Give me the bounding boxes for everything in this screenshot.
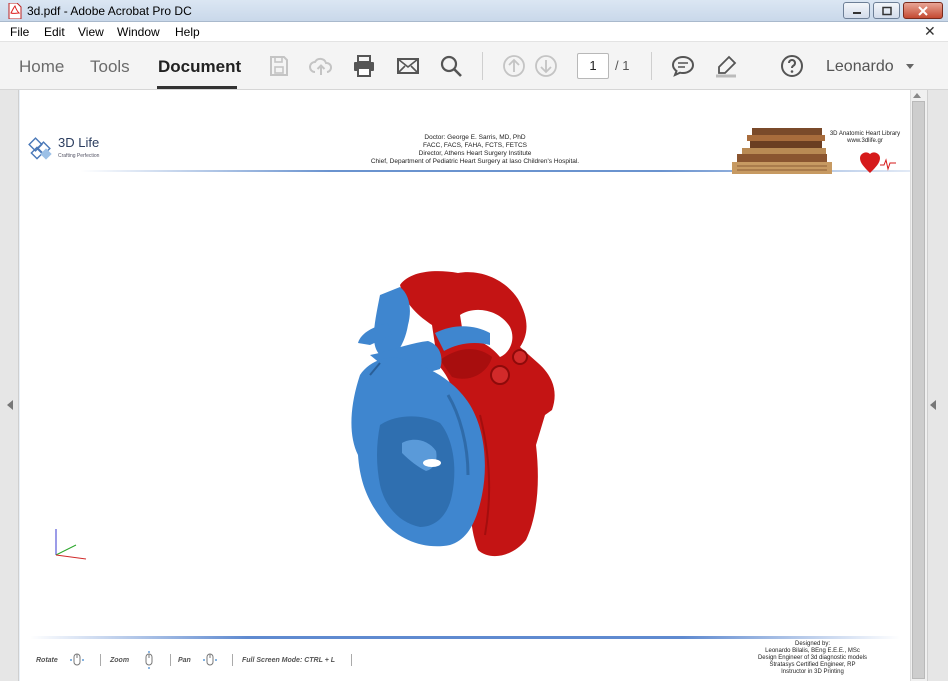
next-page-icon[interactable]	[534, 54, 558, 78]
control-separator	[232, 654, 233, 666]
heart-logo-icon	[860, 152, 896, 173]
email-icon[interactable]	[396, 54, 420, 78]
left-panel-rail[interactable]	[0, 90, 19, 681]
logo-tagline: Crafting Perfection	[58, 153, 100, 159]
close-document-icon[interactable]: ✕	[924, 23, 936, 40]
menu-edit[interactable]: Edit	[44, 25, 65, 39]
scroll-up-arrow-icon[interactable]	[913, 93, 921, 98]
fullscreen-hint: Full Screen Mode: CTRL + L	[242, 657, 336, 664]
header-line: Doctor: George E. Sarris, MD, PhD	[424, 134, 526, 141]
menu-bar: File Edit View Window Help ✕	[0, 22, 948, 42]
close-icon	[918, 5, 928, 16]
credit-line: Instructor in 3D Printing	[781, 669, 844, 675]
credit-line: Stratasys Certified Engineer, RP	[769, 662, 856, 668]
highlight-pen-icon[interactable]	[714, 54, 738, 78]
control-separator	[100, 654, 101, 666]
expand-right-panel-icon[interactable]	[930, 400, 936, 410]
search-icon[interactable]	[439, 54, 463, 78]
header-line: Director, Athens Heart Surgery Institute	[418, 150, 532, 157]
rotate-mouse-icon	[70, 653, 84, 666]
chevron-down-icon[interactable]	[906, 64, 914, 69]
acrobat-window: 3d.pdf - Adobe Acrobat Pro DC File Edit …	[0, 0, 948, 681]
active-tab-indicator	[157, 86, 237, 89]
expand-left-panel-icon[interactable]	[7, 400, 13, 410]
pdf-page: 3D Life Crafting Perfection Doctor: Geor…	[20, 90, 910, 681]
maximize-button[interactable]	[873, 2, 900, 19]
credit-line: Designed by:	[794, 641, 831, 647]
tab-tools[interactable]: Tools	[90, 57, 130, 77]
credit-line: Design Engineer of 3d diagnostic models	[757, 655, 868, 661]
upload-icon[interactable]	[309, 54, 333, 78]
pdf-file-icon	[8, 3, 22, 19]
tab-document[interactable]: Document	[158, 57, 241, 77]
axes-triad-icon	[55, 529, 87, 560]
tab-home[interactable]: Home	[19, 57, 64, 77]
logo-name: 3D Life	[58, 135, 100, 150]
maximize-icon	[881, 6, 892, 15]
control-pan-label: Pan	[178, 657, 191, 664]
control-separator	[351, 654, 352, 666]
page-total: / 1	[615, 58, 630, 73]
credit-line: Leonardo Bilalis, BEng E.E.E., MSc	[765, 648, 860, 654]
library-url: www.3dlife.gr	[847, 138, 883, 144]
pan-mouse-icon	[203, 653, 217, 666]
right-panel-rail[interactable]	[927, 90, 948, 681]
3d-life-logo-icon	[28, 137, 52, 160]
help-icon[interactable]	[780, 54, 804, 78]
previous-page-icon[interactable]	[502, 54, 526, 78]
comment-icon[interactable]	[671, 54, 695, 78]
control-zoom-label: Zoom	[110, 657, 130, 664]
books-image	[732, 128, 832, 174]
menu-help[interactable]: Help	[175, 25, 200, 39]
user-menu[interactable]: Leonardo	[826, 58, 894, 76]
menu-file[interactable]: File	[10, 25, 29, 39]
library-title: 3D Anatomic Heart Library	[829, 131, 901, 137]
toolbar-separator	[651, 52, 652, 80]
zoom-mouse-icon	[145, 651, 153, 669]
save-icon[interactable]	[267, 54, 291, 78]
minimize-button[interactable]	[843, 2, 870, 19]
footer-divider	[30, 636, 900, 639]
title-bar: 3d.pdf - Adobe Acrobat Pro DC	[0, 0, 948, 22]
header-line: FACC, FACS, FAHA, FCTS, FETCS	[422, 142, 527, 149]
toolbar: Home Tools Document 1 / 1 Leonardo	[0, 42, 948, 90]
window-title: 3d.pdf - Adobe Acrobat Pro DC	[27, 4, 192, 18]
toolbar-separator	[482, 52, 483, 80]
scrollbar-thumb[interactable]	[912, 101, 925, 679]
control-separator	[170, 654, 171, 666]
page-number-input[interactable]: 1	[577, 53, 609, 79]
minimize-icon	[852, 11, 861, 14]
3d-heart-model[interactable]	[340, 265, 590, 560]
control-rotate-label: Rotate	[36, 657, 58, 664]
header-line: Chief, Department of Pediatric Heart Sur…	[370, 158, 580, 165]
print-icon[interactable]	[352, 54, 376, 78]
menu-window[interactable]: Window	[117, 25, 160, 39]
menu-view[interactable]: View	[78, 25, 104, 39]
close-button[interactable]	[903, 2, 943, 19]
